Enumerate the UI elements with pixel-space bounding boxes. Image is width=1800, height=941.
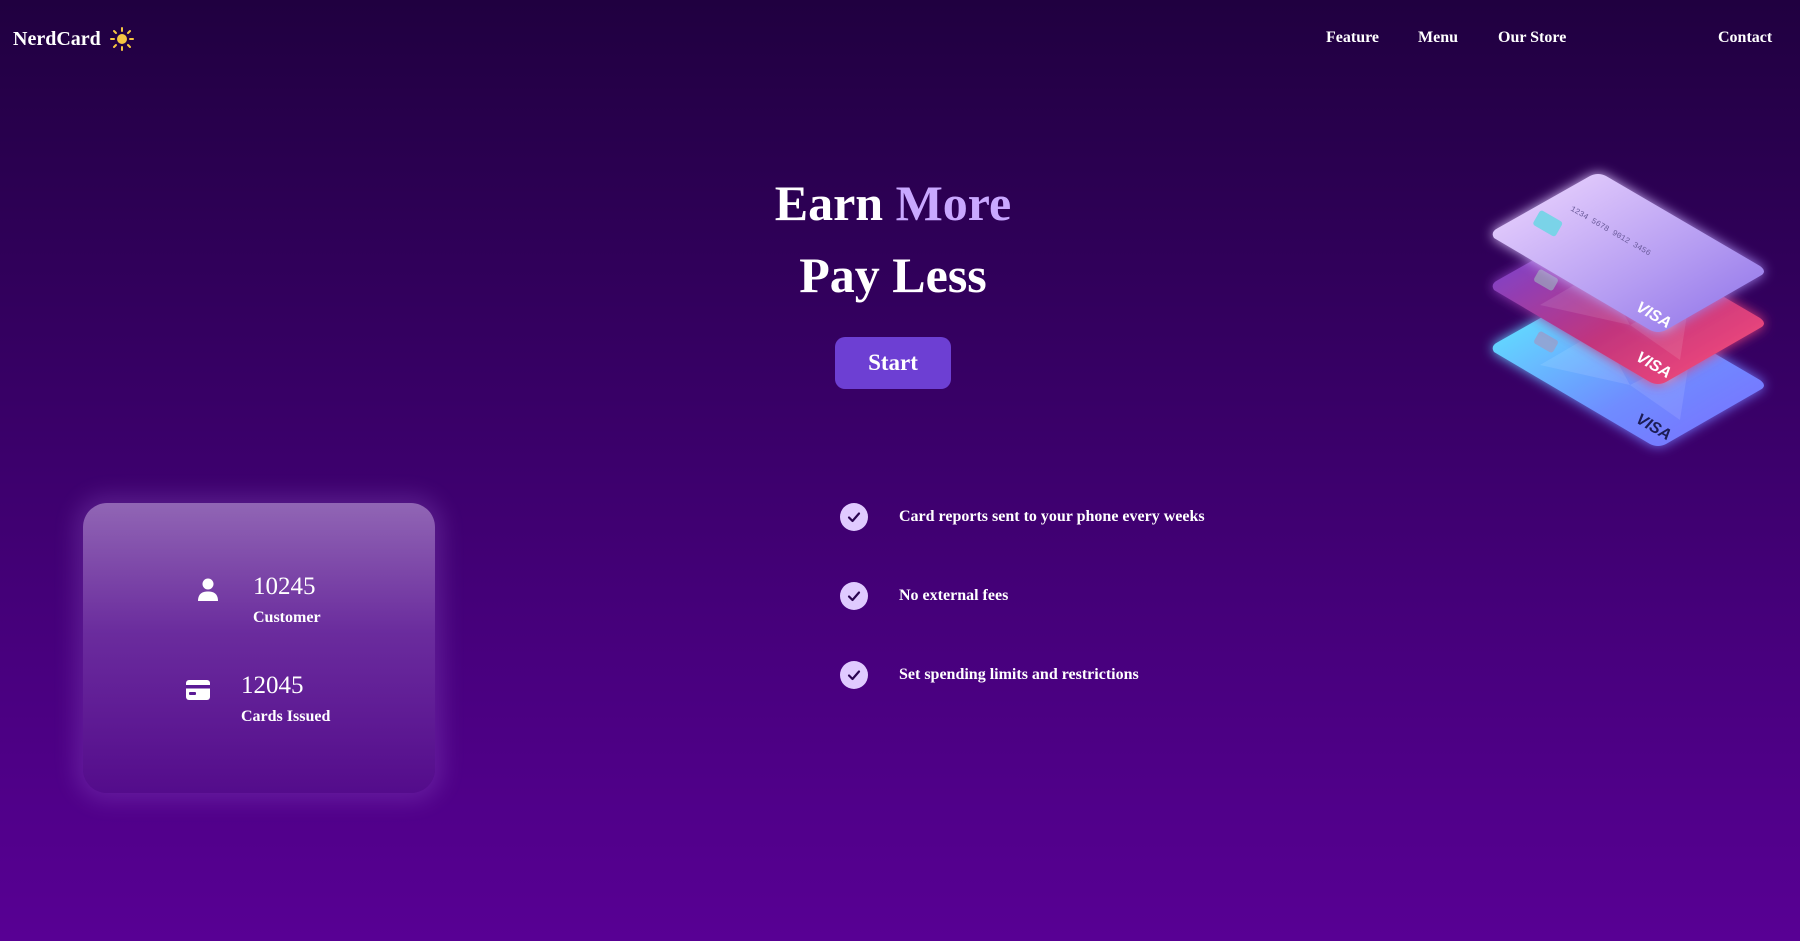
feature-item: Card reports sent to your phone every we…: [840, 503, 1205, 531]
check-icon: [840, 661, 868, 689]
feature-item: No external fees: [840, 582, 1008, 610]
feature-item: Set spending limits and restrictions: [840, 661, 1139, 689]
cards-issued-count: 12045: [241, 672, 304, 699]
hero-word-earn: Earn: [774, 175, 884, 231]
brand-logo[interactable]: NerdCard: [13, 27, 134, 51]
feature-text: Card reports sent to your phone every we…: [899, 508, 1205, 525]
check-icon: [840, 582, 868, 610]
nav-link-menu[interactable]: Menu: [1418, 29, 1458, 47]
top-navigation: NerdCard Feature Menu Our Store Contact: [0, 0, 1800, 78]
check-icon: [840, 503, 868, 531]
start-button[interactable]: Start: [835, 337, 951, 389]
customer-label: Customer: [253, 609, 321, 626]
customer-count: 10245: [253, 573, 316, 600]
user-icon: [197, 578, 219, 601]
sun-icon: [109, 27, 134, 51]
feature-text: No external fees: [899, 587, 1009, 604]
cards-issued-label: Cards Issued: [241, 708, 331, 725]
nav-link-our-store[interactable]: Our Store: [1498, 29, 1566, 47]
brand-name: NerdCard: [13, 27, 101, 50]
hero-word-more: More: [895, 175, 1012, 231]
stats-card: 10245 Customer 12045 Cards Issued: [83, 503, 435, 793]
credit-card-icon: [186, 680, 210, 702]
nav-link-feature[interactable]: Feature: [1326, 29, 1379, 47]
feature-text: Set spending limits and restrictions: [899, 666, 1139, 683]
stacked-cards-illustration: VISA VISA 1234 5678 9012 3456 VISA: [1480, 160, 1780, 470]
nav-link-contact[interactable]: Contact: [1718, 29, 1772, 47]
